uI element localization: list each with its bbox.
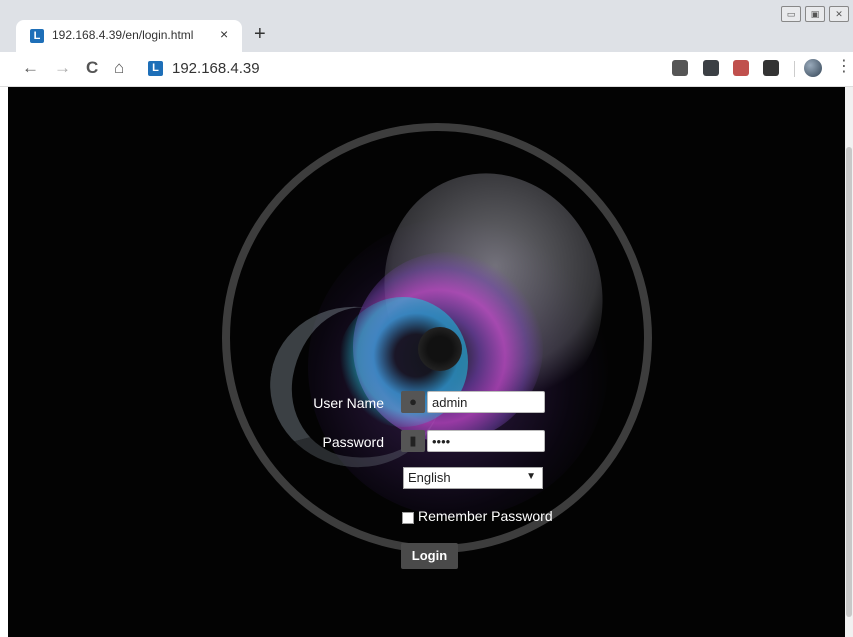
username-label: User Name (313, 395, 384, 411)
tab-close-icon[interactable]: × (220, 26, 228, 42)
user-icon: ● (401, 391, 425, 413)
login-page: User Name ● Password ▮ English ▼ Remembe… (8, 87, 845, 637)
menu-icon[interactable]: ⋮ (836, 58, 852, 76)
browser-toolbar: ← → C ⌂ L 192.168.4.39 ⋮ (0, 52, 853, 87)
remember-password-label[interactable]: Remember Password (418, 508, 553, 524)
pdf-icon[interactable] (733, 60, 749, 76)
lens-core-graphic (418, 327, 462, 371)
dropdown-arrow-icon: ▼ (526, 471, 536, 482)
tab-title: 192.168.4.39/en/login.html (52, 28, 194, 42)
login-button[interactable]: Login (401, 543, 458, 569)
username-input[interactable] (427, 391, 545, 413)
glasses-icon[interactable] (763, 60, 779, 76)
password-input[interactable] (427, 430, 545, 452)
window-controls: ▭ ▣ ✕ (781, 6, 849, 22)
language-selected-value: English (408, 470, 451, 485)
home-icon[interactable]: ⌂ (114, 58, 124, 78)
site-favicon-icon: L (148, 61, 163, 76)
browser-tab[interactable]: L 192.168.4.39/en/login.html × (16, 20, 242, 52)
s-extension-icon[interactable] (672, 60, 688, 76)
toolbar-divider (794, 61, 795, 77)
browser-titlebar: L 192.168.4.39/en/login.html × + ▭ ▣ ✕ (0, 0, 853, 52)
remember-password-checkbox[interactable] (402, 512, 414, 524)
reload-icon[interactable]: C (86, 58, 98, 78)
scrollbar-thumb[interactable] (846, 147, 852, 617)
site-favicon-icon: L (30, 29, 44, 43)
tweetdeck-icon[interactable] (703, 60, 719, 76)
page-scrollbar[interactable] (845, 87, 853, 637)
back-icon[interactable]: ← (22, 58, 39, 78)
new-tab-button[interactable]: + (254, 24, 266, 44)
minimize-button[interactable]: ▭ (781, 6, 801, 22)
maximize-button[interactable]: ▣ (805, 6, 825, 22)
address-bar[interactable]: 192.168.4.39 (172, 60, 260, 77)
close-window-button[interactable]: ✕ (829, 6, 849, 22)
language-select[interactable]: English ▼ (403, 467, 543, 489)
profile-avatar[interactable] (804, 59, 822, 77)
forward-icon[interactable]: → (54, 58, 71, 78)
lock-icon: ▮ (401, 430, 425, 452)
password-label: Password (322, 434, 384, 450)
